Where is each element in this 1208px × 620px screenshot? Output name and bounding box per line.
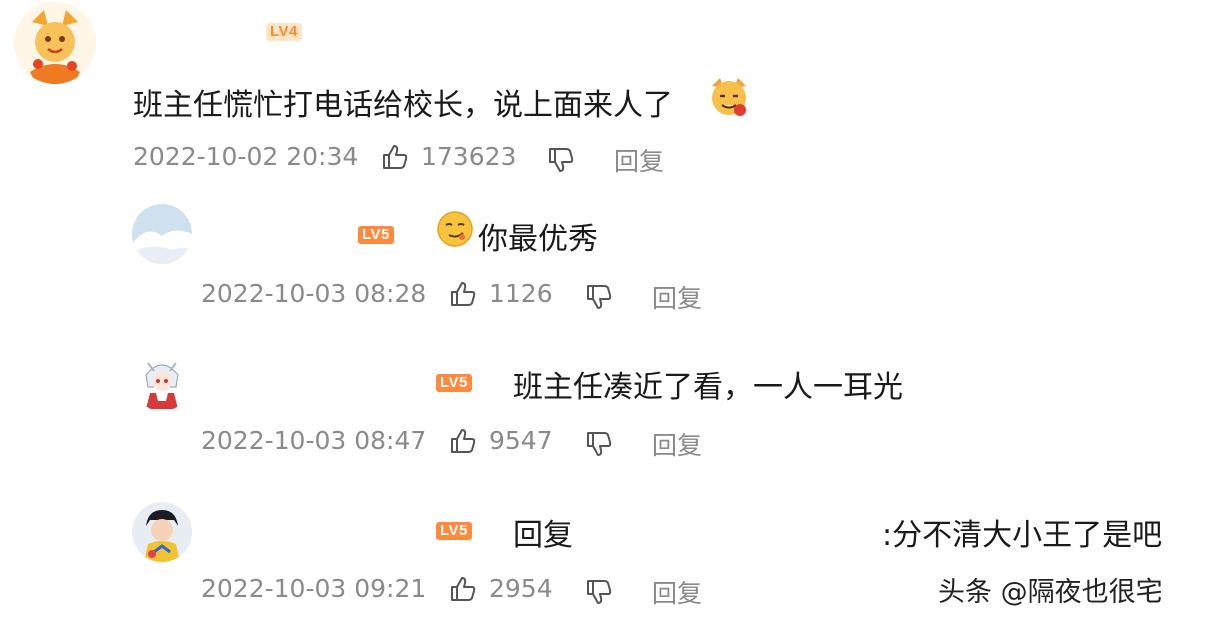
avatar[interactable] — [14, 2, 96, 84]
level-badge: LV5 — [436, 522, 472, 540]
like-count: 9547 — [489, 426, 553, 455]
cat-emoji-icon — [708, 76, 750, 118]
reply-button[interactable]: 回复 — [652, 279, 702, 315]
comment-text: 你最优秀 — [478, 222, 598, 257]
reply-button[interactable]: 回复 — [652, 574, 702, 610]
like-count: 2954 — [489, 574, 553, 603]
level-badge: LV5 — [358, 226, 394, 244]
thumbs-up-icon[interactable] — [449, 575, 477, 603]
like-count: 173623 — [421, 142, 517, 171]
comment-content: 班主任慌忙打电话给校长，说上面来人了 — [133, 80, 673, 124]
comment-time: 2022-10-03 09:21 — [201, 574, 427, 603]
thumbs-down-icon[interactable] — [585, 283, 613, 311]
thumbs-down-icon[interactable] — [585, 578, 613, 606]
thumbs-up-icon[interactable] — [381, 143, 409, 171]
comment-text: 班主任凑近了看，一人一耳光 — [513, 370, 903, 405]
avatar[interactable] — [132, 502, 192, 562]
avatar[interactable] — [132, 351, 192, 411]
level-badge: LV4 — [266, 23, 302, 41]
reply-button[interactable]: 回复 — [614, 142, 664, 178]
level-badge: LV5 — [436, 374, 472, 392]
comment-time: 2022-10-03 08:28 — [201, 279, 427, 308]
comment-time: 2022-10-03 08:47 — [201, 426, 427, 455]
thumbs-up-icon[interactable] — [449, 427, 477, 455]
reply-button[interactable]: 回复 — [652, 426, 702, 462]
thumbs-down-icon[interactable] — [547, 146, 575, 174]
watermark: 头条 @隔夜也很宅 — [938, 577, 1163, 608]
smirk-emoji-icon — [436, 210, 474, 248]
like-count: 1126 — [489, 279, 553, 308]
thumbs-down-icon[interactable] — [585, 430, 613, 458]
comment-text: 班主任慌忙打电话给校长，说上面来人了 — [133, 88, 673, 123]
thumbs-up-icon[interactable] — [449, 280, 477, 308]
reply-prefix: 回复 — [513, 518, 573, 553]
comment-time: 2022-10-02 20:34 — [133, 142, 359, 171]
comment-text: :分不清大小王了是吧 — [882, 518, 1163, 553]
avatar[interactable] — [132, 204, 192, 264]
